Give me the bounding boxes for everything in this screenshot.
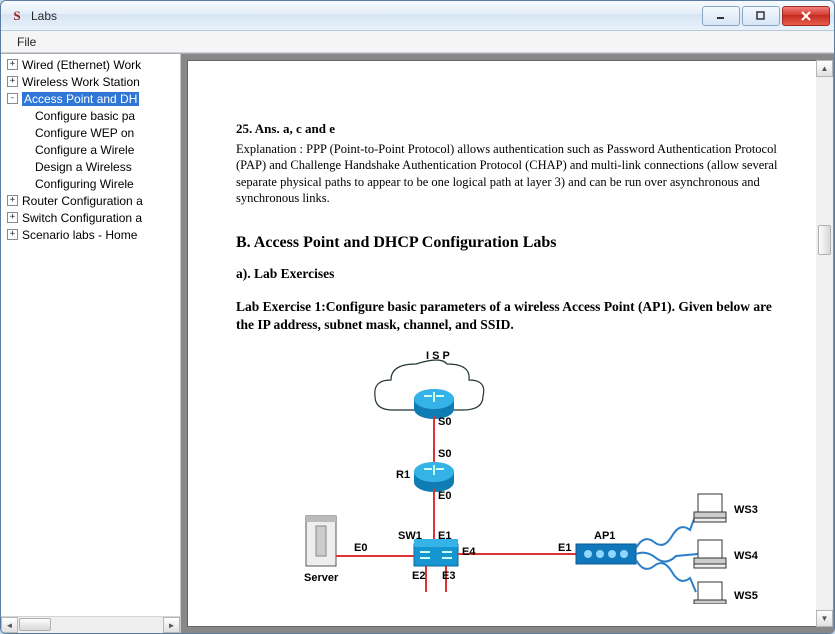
isp-router-icon	[414, 389, 454, 419]
scroll-up-button[interactable]: ▲	[816, 60, 833, 77]
section-heading: B. Access Point and DHCP Configuration L…	[236, 234, 779, 252]
tree-item-label: Configure WEP on	[35, 126, 134, 140]
network-diagram: I S P S0 S0 R1 E0 SW1 E1 E4 E1 AP1 Serve…	[236, 344, 779, 604]
tree-item[interactable]: + Router Configuration a	[1, 192, 180, 209]
expand-icon[interactable]: +	[7, 212, 18, 223]
sw1-switch-icon	[414, 539, 458, 566]
expand-icon[interactable]: +	[7, 195, 18, 206]
document-page[interactable]: 25. Ans. a, c and e Explanation : PPP (P…	[187, 60, 828, 627]
app-window: S Labs File + Wired (Ethernet) Work + Wirel…	[0, 0, 835, 634]
expand-icon[interactable]: +	[7, 76, 18, 87]
minimize-icon	[716, 11, 726, 21]
close-icon	[800, 10, 812, 22]
tree-item-label: Configuring Wirele	[35, 177, 134, 191]
tree-item[interactable]: Design a Wireless	[1, 158, 180, 175]
subsection-heading: a). Lab Exercises	[236, 266, 779, 282]
tree-body[interactable]: + Wired (Ethernet) Work + Wireless Work Sta…	[1, 54, 180, 616]
doc-vscrollbar[interactable]: ▲ ▼	[816, 60, 833, 627]
app-icon: S	[9, 8, 25, 24]
tree-item[interactable]: Configure WEP on	[1, 124, 180, 141]
label-server: Server	[304, 572, 338, 584]
tree-hscrollbar[interactable]: ◄ ►	[1, 616, 180, 633]
tree-item-label: Configure basic pa	[35, 109, 135, 123]
titlebar: S Labs	[1, 1, 834, 31]
ws4-icon	[694, 540, 726, 568]
scroll-right-button[interactable]: ►	[163, 617, 180, 633]
label-e0b: E0	[354, 542, 367, 554]
tree-item[interactable]: Configure a Wirele	[1, 141, 180, 158]
expand-icon[interactable]: +	[7, 229, 18, 240]
document-pane: 25. Ans. a, c and e Explanation : PPP (P…	[181, 54, 834, 633]
tree-item[interactable]: + Switch Configuration a	[1, 209, 180, 226]
label-sw1: SW1	[398, 530, 422, 542]
label-s0a: S0	[438, 416, 451, 428]
label-e1a: E1	[438, 530, 451, 542]
tree-item[interactable]: + Scenario labs - Home	[1, 226, 180, 243]
wireless-links-icon	[636, 514, 698, 592]
r1-router-icon	[414, 462, 454, 492]
label-e1b: E1	[558, 542, 571, 554]
tree-item-label: Scenario labs - Home	[22, 228, 137, 242]
minimize-button[interactable]	[702, 6, 740, 26]
scroll-left-button[interactable]: ◄	[1, 617, 18, 633]
exercise-heading: Lab Exercise 1:Configure basic parameter…	[236, 298, 779, 334]
tree-item-label: Configure a Wirele	[35, 143, 134, 157]
server-icon	[306, 516, 336, 566]
label-e2: E2	[412, 570, 425, 582]
label-e0a: E0	[438, 490, 451, 502]
hscroll-track[interactable]	[18, 617, 163, 633]
ws3-icon	[694, 494, 726, 522]
label-s0b: S0	[438, 448, 451, 460]
menu-file[interactable]: File	[9, 33, 44, 51]
label-ap1: AP1	[594, 530, 615, 542]
expand-icon[interactable]: +	[7, 59, 18, 70]
hscroll-thumb[interactable]	[19, 618, 51, 631]
label-e3: E3	[442, 570, 455, 582]
window-title: Labs	[31, 9, 700, 23]
client-area: + Wired (Ethernet) Work + Wireless Work Sta…	[1, 53, 834, 633]
ap1-icon	[576, 544, 636, 564]
tree-item-label: Router Configuration a	[22, 194, 143, 208]
collapse-icon[interactable]: -	[7, 93, 18, 104]
maximize-icon	[756, 11, 766, 21]
window-buttons	[700, 6, 830, 26]
close-button[interactable]	[782, 6, 830, 26]
label-ws4: WS4	[734, 550, 758, 562]
menubar: File	[1, 31, 834, 53]
tree-item-label: Wired (Ethernet) Work	[22, 58, 141, 72]
tree-item[interactable]: + Wired (Ethernet) Work	[1, 56, 180, 73]
tree-item[interactable]: -Access Point and DH	[1, 90, 180, 107]
scroll-down-button[interactable]: ▼	[816, 610, 833, 627]
tree-item-label: Wireless Work Station	[22, 75, 140, 89]
label-r1: R1	[396, 469, 410, 481]
ws5-icon	[694, 582, 726, 604]
tree-item-label: Design a Wireless	[35, 160, 132, 174]
answer-heading: 25. Ans. a, c and e	[236, 121, 779, 137]
diagram-svg	[236, 344, 776, 604]
tree-item[interactable]: Configure basic pa	[1, 107, 180, 124]
tree-item-label: Switch Configuration a	[22, 211, 142, 225]
tree-item[interactable]: Configuring Wirele	[1, 175, 180, 192]
vscroll-thumb[interactable]	[818, 225, 831, 255]
label-ws5: WS5	[734, 590, 758, 602]
label-e4: E4	[462, 546, 475, 558]
tree-item-label: Access Point and DH	[22, 92, 139, 106]
tree-pane: + Wired (Ethernet) Work + Wireless Work Sta…	[1, 54, 181, 633]
label-isp: I S P	[426, 350, 450, 362]
label-ws3: WS3	[734, 504, 758, 516]
tree-item[interactable]: + Wireless Work Station	[1, 73, 180, 90]
maximize-button[interactable]	[742, 6, 780, 26]
answer-body: Explanation : PPP (Point-to-Point Protoc…	[236, 141, 779, 206]
